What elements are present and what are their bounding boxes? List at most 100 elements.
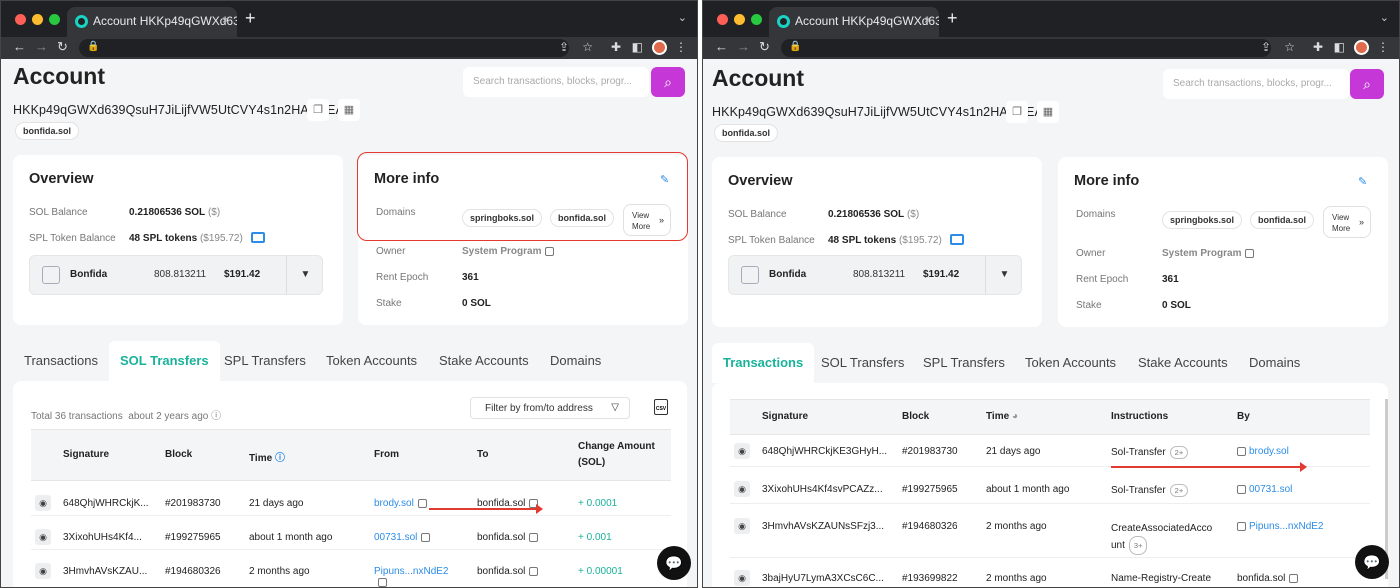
domain-tag[interactable]: bonfida.sol — [15, 122, 79, 140]
block-link[interactable]: #199275965 — [165, 532, 221, 543]
tab-token-accounts[interactable]: Token Accounts — [315, 341, 428, 381]
maximize-window-icon[interactable] — [751, 14, 762, 25]
back-icon[interactable]: ← — [13, 39, 26, 54]
wallet-icon[interactable] — [950, 234, 964, 245]
by-cell[interactable]: Pipuns...nxNdE2 — [1237, 521, 1324, 532]
minimize-window-icon[interactable] — [32, 14, 43, 25]
bookmark-star-icon[interactable]: ☆ — [1284, 40, 1295, 54]
qr-code-button[interactable]: ▦ — [338, 99, 360, 121]
eye-icon[interactable]: ◉ — [734, 481, 750, 497]
caret-down-icon[interactable]: ▼ — [985, 256, 1023, 294]
forward-icon[interactable]: → — [35, 39, 48, 54]
owner-value[interactable]: System Program — [462, 246, 555, 257]
reload-icon[interactable]: ↻ — [57, 39, 68, 55]
close-window-icon[interactable] — [15, 14, 26, 25]
signature-link[interactable]: 3XixohUHs4Kf4svPCAZz... — [762, 484, 883, 495]
block-link[interactable]: #193699822 — [902, 573, 958, 584]
tab-stake-accounts[interactable]: Stake Accounts — [1127, 343, 1239, 383]
tab-sol-transfers[interactable]: SOL Transfers — [810, 343, 915, 383]
share-icon[interactable]: ⇪ — [1261, 40, 1271, 54]
to-cell[interactable]: bonfida.sol — [477, 566, 539, 577]
copy-address-button[interactable]: ❐ — [307, 99, 329, 121]
block-link[interactable]: #194680326 — [165, 566, 221, 577]
tab-spl-transfers[interactable]: SPL Transfers — [912, 343, 1016, 383]
chat-button[interactable]: 💬 — [1355, 545, 1389, 579]
sidebar-icon[interactable]: ◧ — [1334, 40, 1345, 54]
wallet-icon[interactable] — [251, 232, 265, 243]
token-selector[interactable]: Bonfida 808.813211 $191.42 ▼ — [728, 255, 1022, 295]
new-tab-icon[interactable]: + — [245, 9, 256, 27]
eye-icon[interactable]: ◉ — [35, 529, 51, 545]
domain-tag[interactable]: bonfida.sol — [714, 124, 778, 142]
minimize-window-icon[interactable] — [734, 14, 745, 25]
tab-sol-transfers[interactable]: SOL Transfers — [109, 341, 220, 381]
eye-icon[interactable]: ◉ — [35, 563, 51, 579]
reload-icon[interactable]: ↻ — [759, 39, 770, 55]
to-cell[interactable]: bonfida.sol — [477, 532, 539, 543]
qr-code-button[interactable]: ▦ — [1037, 101, 1059, 123]
domain-pill[interactable]: springboks.sol — [1162, 211, 1243, 229]
profile-avatar[interactable] — [652, 40, 667, 55]
search-input[interactable]: Search transactions, blocks, progr... — [463, 67, 649, 97]
sidebar-icon[interactable]: ◧ — [632, 40, 643, 54]
by-cell[interactable]: brody.sol — [1237, 446, 1289, 457]
tab-transactions[interactable]: Transactions — [13, 341, 109, 381]
signature-link[interactable]: 648QhjWHRCkjKE3GHyH... — [762, 446, 887, 457]
share-icon[interactable]: ⇪ — [559, 40, 569, 54]
tab-domains[interactable]: Domains — [1238, 343, 1311, 383]
csv-download-icon[interactable]: CSV — [654, 399, 668, 415]
chat-button[interactable]: 💬 — [657, 546, 691, 580]
tab-domains[interactable]: Domains — [539, 341, 612, 381]
block-link[interactable]: #194680326 — [902, 521, 958, 532]
extensions-icon[interactable]: ✚ — [611, 40, 621, 54]
from-cell[interactable]: brody.sol — [374, 498, 427, 509]
profile-avatar[interactable] — [1354, 40, 1369, 55]
browser-menu-icon[interactable]: ⋮ — [1377, 40, 1389, 54]
browser-menu-icon[interactable]: ⋮ — [675, 40, 687, 54]
signature-link[interactable]: 648QhjWHRCkjK... — [63, 498, 149, 509]
back-icon[interactable]: ← — [715, 39, 728, 54]
by-cell[interactable]: bonfida.sol — [1237, 573, 1299, 584]
tab-token-accounts[interactable]: Token Accounts — [1014, 343, 1127, 383]
block-link[interactable]: #201983730 — [902, 446, 958, 457]
edit-icon[interactable]: ✎ — [1358, 175, 1367, 188]
by-cell[interactable]: 00731.sol — [1237, 484, 1292, 495]
tab-search-icon[interactable]: ⌄ — [678, 11, 687, 24]
url-field[interactable]: 🔒 — [781, 39, 1271, 57]
caret-down-icon[interactable]: ▼ — [286, 256, 324, 294]
block-link[interactable]: #199275965 — [902, 484, 958, 495]
signature-link[interactable]: 3XixohUHs4Kf4... — [63, 532, 142, 543]
tab-close-icon[interactable]: × — [924, 13, 931, 27]
from-cell[interactable]: Pipuns...nxNdE2 — [374, 566, 449, 587]
tab-close-icon[interactable]: × — [222, 13, 229, 27]
token-selector[interactable]: Bonfida 808.813211 $191.42 ▼ — [29, 255, 323, 295]
copy-icon[interactable] — [545, 246, 555, 256]
forward-icon[interactable]: → — [737, 39, 750, 54]
extensions-icon[interactable]: ✚ — [1313, 40, 1323, 54]
eye-icon[interactable]: ◉ — [734, 518, 750, 534]
tab-search-icon[interactable]: ⌄ — [1380, 11, 1389, 24]
close-window-icon[interactable] — [717, 14, 728, 25]
maximize-window-icon[interactable] — [49, 14, 60, 25]
block-link[interactable]: #201983730 — [165, 498, 221, 509]
search-button[interactable]: ⌕ — [1350, 69, 1384, 99]
tab-spl-transfers[interactable]: SPL Transfers — [213, 341, 317, 381]
eye-icon[interactable]: ◉ — [734, 443, 750, 459]
bookmark-star-icon[interactable]: ☆ — [582, 40, 593, 54]
signature-link[interactable]: 3HmvhAVsKZAUNsSFzj3... — [762, 521, 884, 532]
url-field[interactable]: 🔒 — [79, 39, 569, 57]
filter-button[interactable]: Filter by from/to address ▽ — [470, 397, 630, 419]
owner-value[interactable]: System Program — [1162, 248, 1255, 259]
tab-transactions[interactable]: Transactions — [712, 343, 815, 383]
signature-link[interactable]: 3HmvhAVsKZAU... — [63, 566, 147, 577]
domain-pill[interactable]: bonfida.sol — [1250, 211, 1314, 229]
search-button[interactable]: ⌕ — [651, 67, 685, 97]
tab-stake-accounts[interactable]: Stake Accounts — [428, 341, 540, 381]
signature-link[interactable]: 3bajHyU7LymA3XCsC6C... — [762, 573, 884, 584]
copy-icon[interactable] — [1245, 248, 1255, 258]
browser-tab[interactable]: Account HKKp49qGWXd639Q × — [67, 7, 237, 37]
view-more-button[interactable]: View More» — [1323, 206, 1371, 238]
from-cell[interactable]: 00731.sol — [374, 532, 431, 543]
eye-icon[interactable]: ◉ — [35, 495, 51, 511]
copy-address-button[interactable]: ❐ — [1006, 101, 1028, 123]
